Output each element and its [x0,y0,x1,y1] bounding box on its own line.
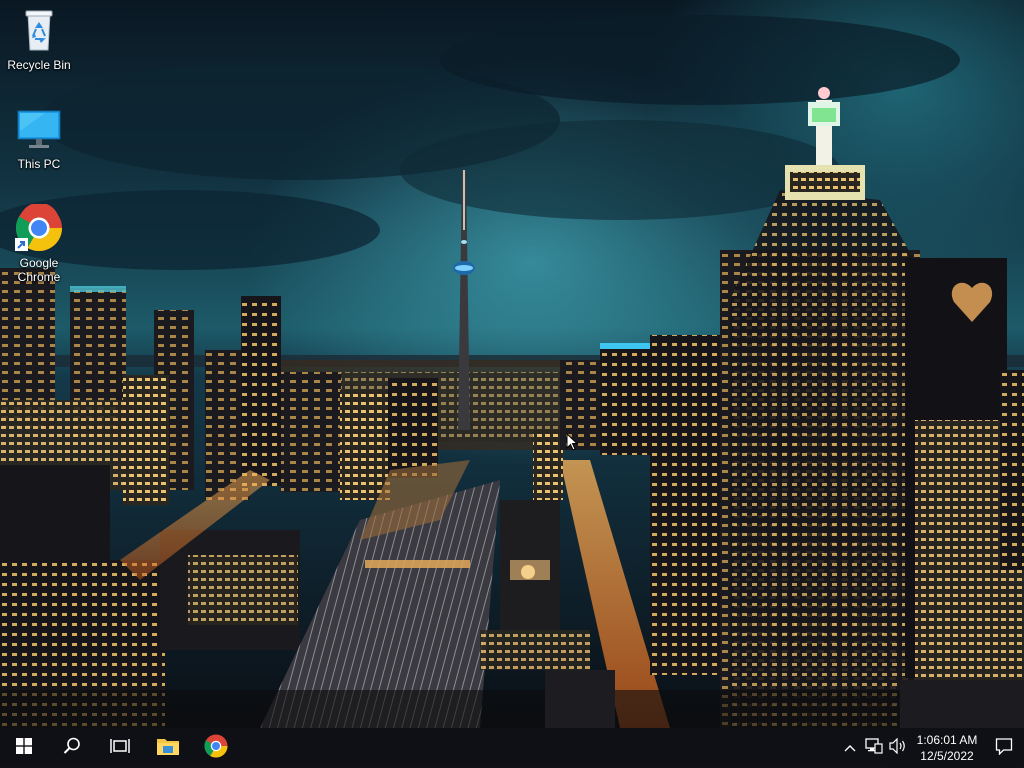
task-view-button[interactable] [96,728,144,768]
desktop-icon-google-chrome[interactable]: Google Chrome [1,202,77,284]
chevron-up-icon [844,739,856,757]
volume-button[interactable] [886,728,910,768]
chrome-icon [15,202,63,252]
clock-date: 12/5/2022 [920,749,974,763]
mouse-cursor-icon [566,432,579,456]
desktop-icon-recycle-bin[interactable]: Recycle Bin [1,6,77,72]
desktop-icon-label: Recycle Bin [7,58,71,72]
task-view-icon [110,737,130,760]
search-icon [63,737,81,760]
desktop-icon-this-pc[interactable]: This PC [1,105,77,171]
taskbar: 1:06:01 AM 12/5/2022 [0,728,1024,768]
taskbar-google-chrome[interactable] [192,728,240,768]
desktop-icon-label: Google Chrome [17,256,61,284]
action-center-icon [995,737,1013,760]
chrome-icon [204,734,228,763]
network-icon [865,737,883,759]
file-explorer-icon [156,736,180,761]
taskbar-file-explorer[interactable] [144,728,192,768]
network-status-button[interactable] [862,728,886,768]
show-hidden-icons-button[interactable] [838,728,862,768]
windows-start-icon [16,737,32,759]
volume-icon [889,737,907,759]
recycle-bin-icon [15,6,63,54]
action-center-button[interactable] [984,728,1024,768]
clock-time: 1:06:01 AM [916,733,978,747]
desktop-wallpaper [0,0,1024,728]
search-button[interactable] [48,728,96,768]
taskbar-clock[interactable]: 1:06:01 AM 12/5/2022 [910,728,984,768]
system-tray: 1:06:01 AM 12/5/2022 [838,728,1024,768]
start-button[interactable] [0,728,48,768]
monitor-icon [15,105,63,153]
desktop-icon-label: This PC [17,157,61,171]
